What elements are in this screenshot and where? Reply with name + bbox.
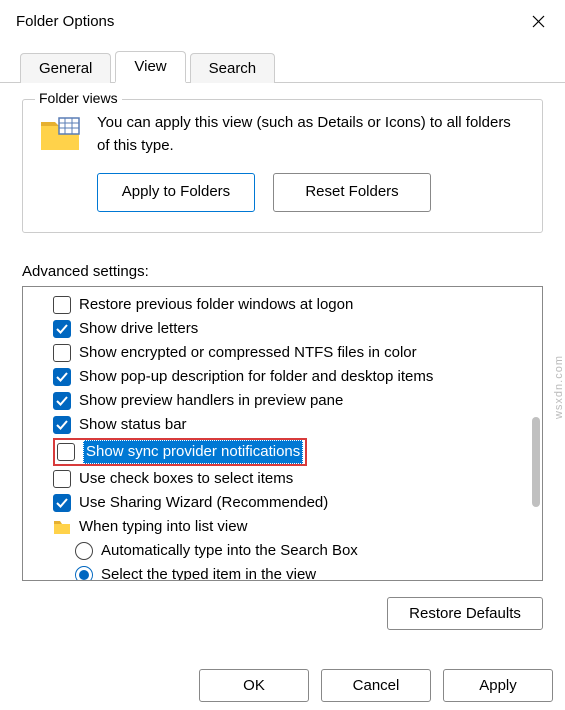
folder-views-description: You can apply this view (such as Details… [97,112,526,157]
tab-view[interactable]: View [115,51,185,83]
close-button[interactable] [515,6,561,36]
list-item[interactable]: Show pop-up description for folder and d… [27,365,538,389]
checkbox-icon[interactable] [53,320,71,338]
reset-folders-button[interactable]: Reset Folders [273,173,431,212]
checkbox-icon[interactable] [53,392,71,410]
window-title: Folder Options [16,13,114,30]
list-item[interactable]: Restore previous folder windows at logon [27,293,538,317]
list-item[interactable]: Show drive letters [27,317,538,341]
cancel-button[interactable]: Cancel [321,669,431,702]
list-item[interactable]: Select the typed item in the view [27,563,538,581]
dialog-buttons: OK Cancel Apply [199,669,553,702]
checkbox-icon[interactable] [53,368,71,386]
checkbox-icon[interactable] [53,296,71,314]
list-item[interactable]: Use Sharing Wizard (Recommended) [27,491,538,515]
list-item[interactable]: Use check boxes to select items [27,467,538,491]
ok-button[interactable]: OK [199,669,309,702]
restore-defaults-button[interactable]: Restore Defaults [387,597,543,630]
list-item[interactable]: Automatically type into the Search Box [27,539,538,563]
radio-icon[interactable] [75,542,93,560]
scrollbar-thumb[interactable] [532,417,540,507]
radio-icon[interactable] [75,566,93,581]
close-icon [532,15,545,28]
folder-icon [39,116,81,152]
tabs: General View Search [0,50,565,83]
highlighted-item: Show sync provider notifications [53,438,307,466]
checkbox-icon[interactable] [53,416,71,434]
folder-views-legend: Folder views [35,90,122,106]
checkbox-icon[interactable] [53,494,71,512]
apply-to-folders-button[interactable]: Apply to Folders [97,173,255,212]
apply-button[interactable]: Apply [443,669,553,702]
checkbox-icon[interactable] [53,470,71,488]
advanced-settings-list: Restore previous folder windows at logon… [22,286,543,581]
list-item[interactable]: Show sync provider notifications [27,437,538,467]
list-item[interactable]: Show status bar [27,413,538,437]
watermark: wsxdn.com [553,355,565,419]
list-item[interactable]: Show encrypted or compressed NTFS files … [27,341,538,365]
checkbox-icon[interactable] [53,344,71,362]
list-item[interactable]: Show preview handlers in preview pane [27,389,538,413]
tab-general[interactable]: General [20,53,111,83]
folder-icon [53,519,71,535]
tab-search[interactable]: Search [190,53,276,83]
checkbox-icon[interactable] [57,443,75,461]
list-item[interactable]: When typing into list view [27,515,538,539]
advanced-settings-label: Advanced settings: [22,263,543,280]
folder-views-group: Folder views You can apply this view (su… [22,99,543,233]
